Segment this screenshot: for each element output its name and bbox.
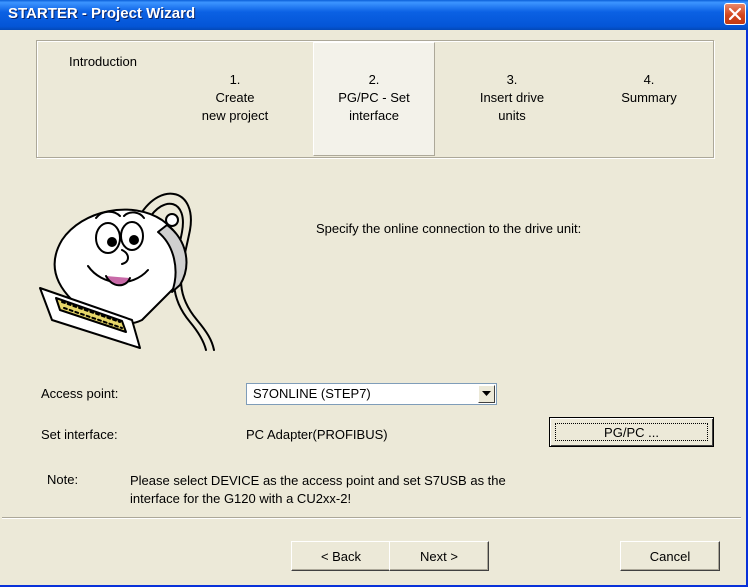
step-summary: 4. Summary xyxy=(589,71,709,107)
note-line: Please select DEVICE as the access point… xyxy=(130,473,506,488)
access-point-select[interactable]: S7ONLINE (STEP7) xyxy=(246,383,497,405)
note-line: interface for the G120 with a CU2xx-2! xyxy=(130,491,352,506)
cancel-button[interactable]: Cancel xyxy=(620,541,720,571)
step-line: 1. xyxy=(229,72,241,87)
step-insert-drive-units: 3. Insert drive units xyxy=(452,71,572,125)
set-interface-label: Set interface: xyxy=(41,427,118,442)
access-point-value: S7ONLINE (STEP7) xyxy=(253,386,371,401)
close-icon xyxy=(729,8,741,20)
pgpc-button-label: PG/PC ... xyxy=(555,423,708,441)
access-point-label: Access point: xyxy=(41,386,119,401)
step-line: Summary xyxy=(621,90,677,105)
step-line: new project xyxy=(201,108,269,123)
step-line: units xyxy=(498,108,526,123)
step-line: 4. xyxy=(643,72,655,87)
step-line: Introduction xyxy=(69,54,137,69)
set-interface-value: PC Adapter(PROFIBUS) xyxy=(246,427,388,442)
window-title: STARTER - Project Wizard xyxy=(8,5,196,22)
step-line: Insert drive xyxy=(479,90,545,105)
note-label: Note: xyxy=(47,472,79,487)
step-line: PG/PC - Set xyxy=(338,90,410,105)
step-introduction: Introduction xyxy=(43,53,163,71)
note-text: Please select DEVICE as the access point… xyxy=(130,472,690,508)
title-bar[interactable]: STARTER - Project Wizard xyxy=(0,0,748,30)
next-button[interactable]: Next > xyxy=(389,541,489,571)
step-line: 3. xyxy=(506,72,518,87)
step-set-interface: 2. PG/PC - Set interface xyxy=(314,71,434,125)
access-point-dropdown-button[interactable] xyxy=(478,385,495,403)
chevron-down-icon xyxy=(482,391,491,396)
close-button[interactable] xyxy=(724,3,746,25)
pgpc-button[interactable]: PG/PC ... xyxy=(549,417,714,447)
step-create-project: 1. Create new project xyxy=(175,71,295,125)
wizard-window: STARTER - Project Wizard Introduction 1.… xyxy=(0,0,748,587)
instruction-text: Specify the online connection to the dri… xyxy=(316,221,582,236)
step-line: 2. xyxy=(368,72,380,87)
step-line: Create xyxy=(215,90,255,105)
step-line: interface xyxy=(349,108,399,123)
back-button[interactable]: < Back xyxy=(291,541,391,571)
separator xyxy=(2,517,741,519)
cable-connector-mascot-icon xyxy=(39,192,215,351)
